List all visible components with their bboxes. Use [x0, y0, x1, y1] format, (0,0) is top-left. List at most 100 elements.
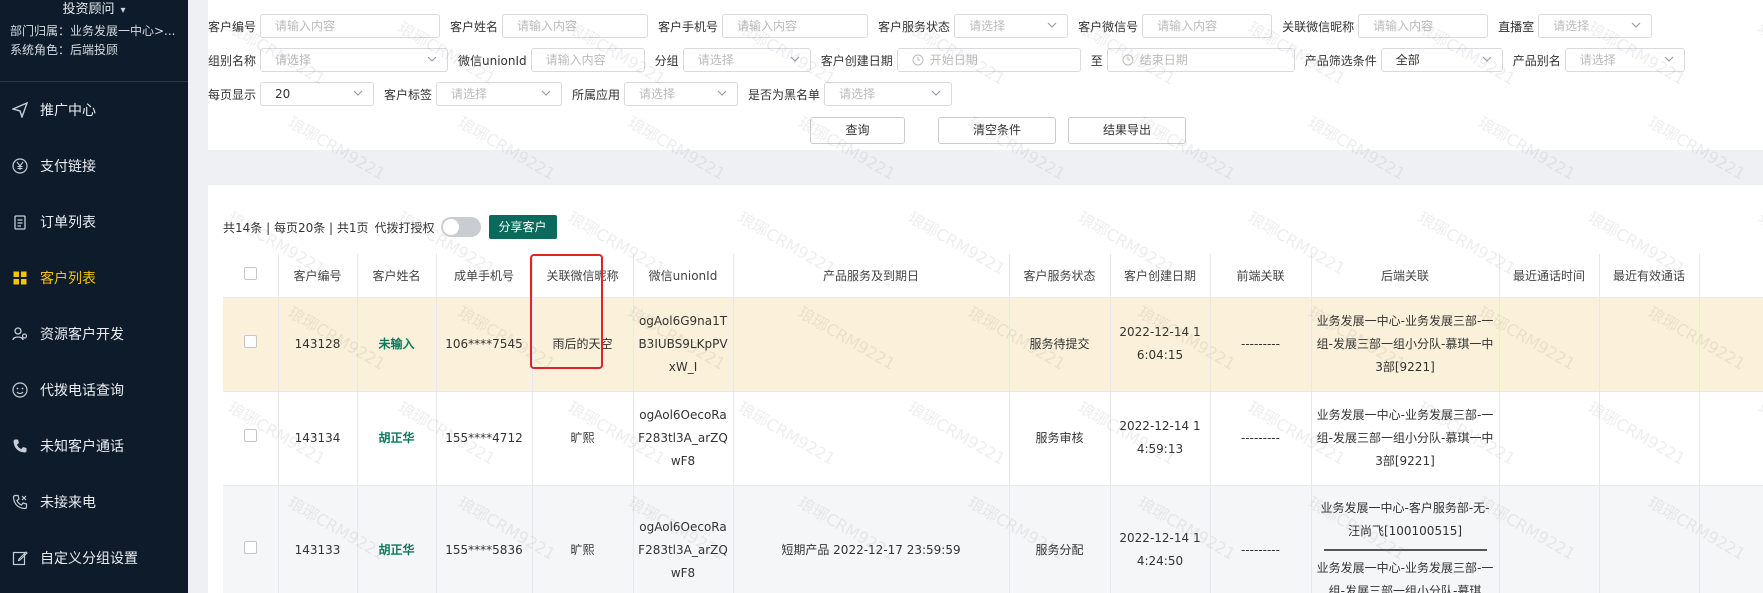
customer-name-input[interactable]: 请输入内容 — [502, 14, 649, 38]
group-name-placeholder: 请选择 — [275, 53, 312, 67]
grid-icon — [12, 270, 28, 286]
wechat-nick-input[interactable]: 请输入内容 — [1358, 14, 1489, 38]
product-filter-label: 产品筛选条件 — [1304, 53, 1377, 68]
cell-service-status: 服务待提交 — [1009, 297, 1111, 392]
sidebar-item-label: 支付链接 — [40, 159, 96, 175]
start-date-picker[interactable]: 开始日期 — [896, 48, 1081, 72]
phone-missed-icon — [12, 494, 28, 510]
sidebar-item-label: 自定义分组设置 — [40, 551, 138, 567]
sidebar-item-7[interactable]: 未接来电 — [0, 474, 188, 530]
role-dropdown[interactable]: 投资顾问 ▾ — [10, 0, 178, 18]
customer-name-link[interactable]: 胡正华 — [378, 431, 414, 445]
live-room-select[interactable]: 请选择 — [1538, 14, 1653, 38]
unionid-input[interactable]: 请输入内容 — [530, 48, 645, 72]
tag-select[interactable]: 请选择 — [436, 82, 563, 106]
cell-unionid: ogAol6OecoRaF283tl3A_arZQwF8 — [633, 391, 734, 486]
chevron-down-icon — [353, 90, 363, 96]
cell-service-status: 服务审核 — [1009, 391, 1111, 486]
phone-icon — [12, 438, 28, 454]
sidebar-item-3[interactable]: 客户列表 — [0, 250, 188, 306]
table-row[interactable]: 143133 胡正华 155****5836 旷熙 ogAol6OecoRaF283tl… — [223, 485, 1763, 593]
column-header-10: 最近通话时间 — [1499, 254, 1600, 298]
sidebar-item-0[interactable]: 推广中心 — [0, 82, 188, 138]
cell-customer-name: 未输入 — [357, 297, 437, 392]
cell-back-link: 业务发展一中心-业务发展三部-一组-发展三部一组小分队-慕琪一中3部[9221] — [1311, 391, 1500, 486]
select-all-checkbox[interactable] — [243, 267, 257, 281]
chevron-down-icon — [1664, 56, 1674, 62]
service-status-label: 客户服务状态 — [878, 19, 951, 34]
page-size-value: 20 — [275, 87, 291, 101]
cell-customer-no: 143133 — [278, 485, 358, 593]
back-link-entry: 业务发展一中心-业务发展三部-一组-发展三部一组小分队-慕琪一中3部[9221] — [1316, 313, 1494, 374]
cell-created: 2022-12-14 16:04:15 — [1110, 297, 1211, 392]
customer-name-link[interactable]: 未输入 — [378, 337, 414, 351]
cell-service-status: 服务分配 — [1009, 485, 1111, 593]
sidebar-item-label: 代拨电话查询 — [40, 383, 124, 399]
column-header-3: 关联微信昵称 — [532, 254, 634, 298]
proxy-auth-label: 代拨打授权 — [374, 220, 435, 235]
blacklist-placeholder: 请选择 — [839, 87, 876, 101]
start-date-placeholder: 开始日期 — [929, 53, 978, 67]
service-status-select[interactable]: 请选择 — [954, 14, 1069, 38]
row-checkbox[interactable] — [243, 428, 257, 442]
group-name-select[interactable]: 请选择 — [260, 48, 449, 72]
sidebar-item-2[interactable]: 订单列表 — [0, 194, 188, 250]
app-select[interactable]: 请选择 — [624, 82, 739, 106]
page-size-label: 每页显示 — [208, 87, 257, 102]
proxy-auth-toggle[interactable] — [440, 217, 481, 237]
cell-front-link: --------- — [1210, 485, 1312, 593]
chevron-down-icon — [541, 90, 551, 96]
product-alias-select[interactable]: 请选择 — [1564, 48, 1685, 72]
sidebar-item-label: 未接来电 — [40, 495, 96, 511]
customer-name-label: 客户姓名 — [450, 19, 499, 34]
share-customer-button[interactable]: 分享客户 — [488, 215, 557, 239]
cell-product — [733, 391, 1010, 486]
column-header-0: 客户编号 — [278, 254, 358, 298]
main-content: 客户编号 请输入内容 客户姓名 请输入内容 客户手机号 请输入内容 客户服务状态… — [188, 0, 1763, 593]
cell-overflow — [1699, 485, 1763, 593]
end-date-picker[interactable]: 结束日期 — [1106, 48, 1295, 72]
chevron-down-icon — [427, 56, 437, 62]
column-header-11: 最近有效通话 — [1599, 254, 1700, 298]
query-button[interactable]: 查询 — [810, 117, 905, 144]
wechat-no-input[interactable]: 请输入内容 — [1142, 14, 1273, 38]
product-filter-select[interactable]: 全部 — [1380, 48, 1503, 72]
row-checkbox[interactable] — [243, 334, 257, 348]
smile-icon — [12, 382, 28, 398]
group-name-label: 组别名称 — [208, 53, 257, 68]
cell-last-valid-call — [1599, 297, 1700, 392]
column-header-5: 产品服务及到期日 — [733, 254, 1010, 298]
tag-label: 客户标签 — [384, 87, 433, 102]
filter-panel: 客户编号 请输入内容 客户姓名 请输入内容 客户手机号 请输入内容 客户服务状态… — [208, 0, 1763, 150]
table-row[interactable]: 143128 未输入 106****7545 雨后的天空 ogAol6G9na1TB3I… — [223, 297, 1763, 392]
cell-last-valid-call — [1599, 485, 1700, 593]
sidebar-item-8[interactable]: 自定义分组设置 — [0, 530, 188, 586]
table-panel: 共14条 | 每页20条 | 共1页 代拨打授权 分享客户 客户编号 客户姓名 成单… — [208, 185, 1763, 593]
clipboard-icon — [12, 214, 28, 230]
cell-customer-name: 胡正华 — [357, 391, 437, 486]
column-header-6: 客户服务状态 — [1009, 254, 1111, 298]
subgroup-select[interactable]: 请选择 — [682, 48, 811, 72]
sidebar-item-6[interactable]: 未知客户通话 — [0, 418, 188, 474]
customer-no-input[interactable]: 请输入内容 — [260, 14, 441, 38]
page-size-select[interactable]: 20 — [260, 82, 375, 106]
sidebar: 投资顾问 ▾ 部门归属：业务发展一中心>... 系统角色：后端投顾 推广中心 支付链… — [0, 0, 188, 593]
table-row[interactable]: 143134 胡正华 155****4712 旷熙 ogAol6OecoRaF283tl… — [223, 391, 1763, 486]
sidebar-item-4[interactable]: 资源客户开发 — [0, 306, 188, 362]
export-results-button[interactable]: 结果导出 — [1068, 117, 1186, 144]
product-alias-placeholder: 请选择 — [1579, 53, 1616, 67]
app-placeholder: 请选择 — [639, 87, 676, 101]
clear-filters-button[interactable]: 清空条件 — [938, 117, 1056, 144]
filter-actions: 查询 清空条件 结果导出 — [208, 117, 1763, 145]
sidebar-item-5[interactable]: 代拨电话查询 — [0, 362, 188, 418]
clock-icon — [1122, 54, 1134, 66]
unionid-label: 微信unionId — [458, 53, 527, 68]
sidebar-item-1[interactable]: 支付链接 — [0, 138, 188, 194]
row-checkbox[interactable] — [243, 540, 257, 554]
customer-name-link[interactable]: 胡正华 — [378, 543, 414, 557]
blacklist-select[interactable]: 请选择 — [824, 82, 953, 106]
send-icon — [12, 102, 28, 118]
sidebar-nav: 推广中心支付链接订单列表 客户列表 资源客户开发代拨电话查询未知客户通话未接来电自定… — [0, 82, 188, 586]
customer-phone-input[interactable]: 请输入内容 — [722, 14, 869, 38]
cell-customer-no: 143128 — [278, 297, 358, 392]
